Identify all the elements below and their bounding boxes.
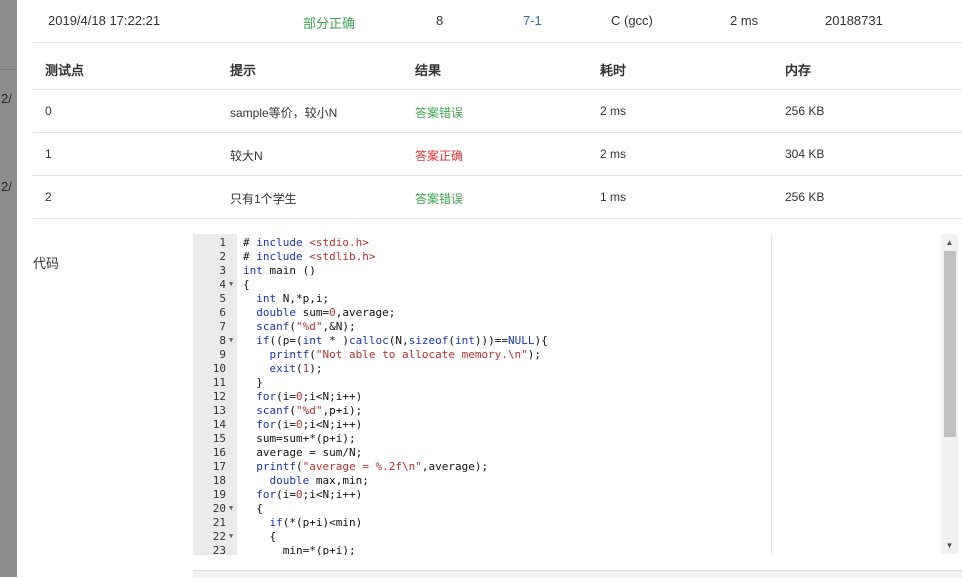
line-number: 12 — [212, 390, 226, 403]
case-result: 答案错误 — [415, 106, 464, 120]
code-line: int N,*p,i; — [256, 292, 330, 305]
line-number: 14 — [212, 418, 226, 431]
line-number: 3 — [219, 264, 226, 277]
line-number: 15 — [212, 432, 226, 445]
line-number: 5 — [219, 292, 226, 305]
line-number: 13 — [212, 404, 226, 417]
table-row: 1 较大N 答案正确 2 ms 304 KB — [33, 133, 962, 176]
line-number: 16 — [212, 446, 226, 459]
code-line: # include <stdio.h> — [243, 236, 369, 249]
scroll-thumb[interactable] — [944, 251, 956, 437]
line-number: 19 — [212, 488, 226, 501]
code-line: int main () — [243, 264, 316, 277]
submission-compiler: C (gcc) — [611, 13, 653, 28]
header-result: 结果 — [415, 63, 442, 78]
code-section-label: 代码 — [33, 256, 60, 271]
scroll-down-icon[interactable]: ▼ — [941, 537, 958, 554]
case-id: 0 — [45, 104, 52, 118]
submission-detail-panel: 2019/4/18 17:22:21 部分正确 8 7-1 C (gcc) 2 … — [17, 0, 962, 578]
fold-toggle-icon[interactable]: ▼ — [229, 504, 233, 512]
problem-link[interactable]: 7-1 — [523, 13, 542, 28]
fold-toggle-icon[interactable]: ▼ — [229, 532, 233, 540]
line-number: 23 — [212, 544, 226, 555]
line-number: 22 — [212, 530, 226, 543]
code-editor[interactable]: 1 # include <stdio.h> 2 # include <stdlib.h… — [193, 234, 771, 555]
line-number: 1 — [219, 236, 226, 249]
case-result: 答案错误 — [415, 192, 464, 206]
code-line: for(i=0;i<N;i++) — [256, 488, 363, 501]
code-line: } — [243, 376, 263, 389]
code-line: { — [243, 502, 263, 515]
header-time: 耗时 — [600, 63, 627, 78]
code-line: exit(1); — [269, 362, 323, 375]
line-number: 4 — [219, 278, 226, 291]
submission-score: 8 — [436, 13, 444, 28]
code-line: double sum=0,average; — [256, 306, 396, 319]
case-time: 2 ms — [600, 104, 627, 118]
case-memory: 256 KB — [785, 190, 825, 204]
line-number: 10 — [212, 362, 226, 375]
code-line: scanf("%d",&N); — [256, 320, 356, 333]
line-number: 6 — [219, 306, 226, 319]
scroll-up-icon[interactable]: ▲ — [941, 234, 958, 251]
code-line: if((p=(int * )calloc(N,sizeof(int)))==NU… — [256, 334, 548, 347]
code-line: min=*(p+i); — [282, 544, 356, 555]
table-row: 0 sample等价，较小N 答案错误 2 ms 256 KB — [33, 90, 962, 133]
fold-toggle-icon[interactable]: ▼ — [229, 336, 233, 344]
table-row: 2 只有1个学生 答案错误 1 ms 256 KB — [33, 176, 962, 219]
code-line: scanf("%d",p+i); — [256, 404, 363, 417]
case-result: 答案正确 — [415, 149, 464, 163]
code-line: for(i=0;i<N;i++) — [256, 390, 363, 403]
code-scrollbar[interactable]: ▲ ▼ — [941, 234, 958, 554]
editor-right-border — [771, 234, 772, 555]
case-hint: sample等价，较小N — [230, 106, 338, 120]
submission-summary-row: 2019/4/18 17:22:21 部分正确 8 7-1 C (gcc) 2 … — [33, 0, 962, 43]
case-hint: 较大N — [230, 149, 263, 163]
code-line: average = sum/N; — [256, 446, 363, 459]
line-number: 21 — [212, 516, 226, 529]
line-number: 17 — [212, 460, 226, 473]
code-line: { — [243, 278, 250, 291]
line-number: 2 — [219, 250, 226, 263]
case-memory: 304 KB — [785, 147, 825, 161]
submission-duration: 2 ms — [730, 13, 759, 28]
line-number: 9 — [219, 348, 226, 361]
line-number: 8 — [219, 334, 226, 347]
code-line: sum=sum+*(p+i); — [256, 432, 356, 445]
fold-toggle-icon[interactable]: ▼ — [229, 280, 233, 288]
code-line: if(*(p+i)<min) — [269, 516, 363, 529]
code-line: double max,min; — [269, 474, 369, 487]
submission-user: 20188731 — [825, 13, 883, 28]
line-number: 20 — [212, 502, 226, 515]
code-line: { — [243, 530, 277, 543]
line-number: 18 — [212, 474, 226, 487]
table-header-row: 测试点 提示 结果 耗时 内存 — [33, 43, 962, 90]
header-case: 测试点 — [45, 63, 85, 78]
case-id: 1 — [45, 147, 52, 161]
code-line: # include <stdlib.h> — [243, 250, 376, 263]
code-line: for(i=0;i<N;i++) — [256, 418, 363, 431]
test-case-table: 测试点 提示 结果 耗时 内存 0 sample等价，较小N 答案错误 2 ms… — [33, 43, 962, 219]
background-overlay-strip: 2/ 2/ — [0, 0, 17, 577]
line-number: 7 — [219, 320, 226, 333]
case-hint: 只有1个学生 — [230, 192, 297, 206]
code-line: printf("Not able to allocate memory.\n")… — [269, 348, 542, 361]
overlay-divider — [0, 69, 17, 70]
case-time: 2 ms — [600, 147, 627, 161]
background-text-fragment: 2/ — [1, 91, 12, 106]
case-id: 2 — [45, 190, 52, 204]
background-text-fragment: 2/ — [1, 179, 12, 194]
code-line: printf("average = %.2f\n",average); — [256, 460, 489, 473]
case-time: 1 ms — [600, 190, 627, 204]
case-memory: 256 KB — [785, 104, 825, 118]
submission-status: 部分正确 — [303, 16, 356, 31]
header-memory: 内存 — [785, 63, 812, 78]
line-number: 11 — [212, 376, 226, 389]
submission-time: 2019/4/18 17:22:21 — [48, 13, 161, 28]
header-hint: 提示 — [230, 63, 257, 78]
